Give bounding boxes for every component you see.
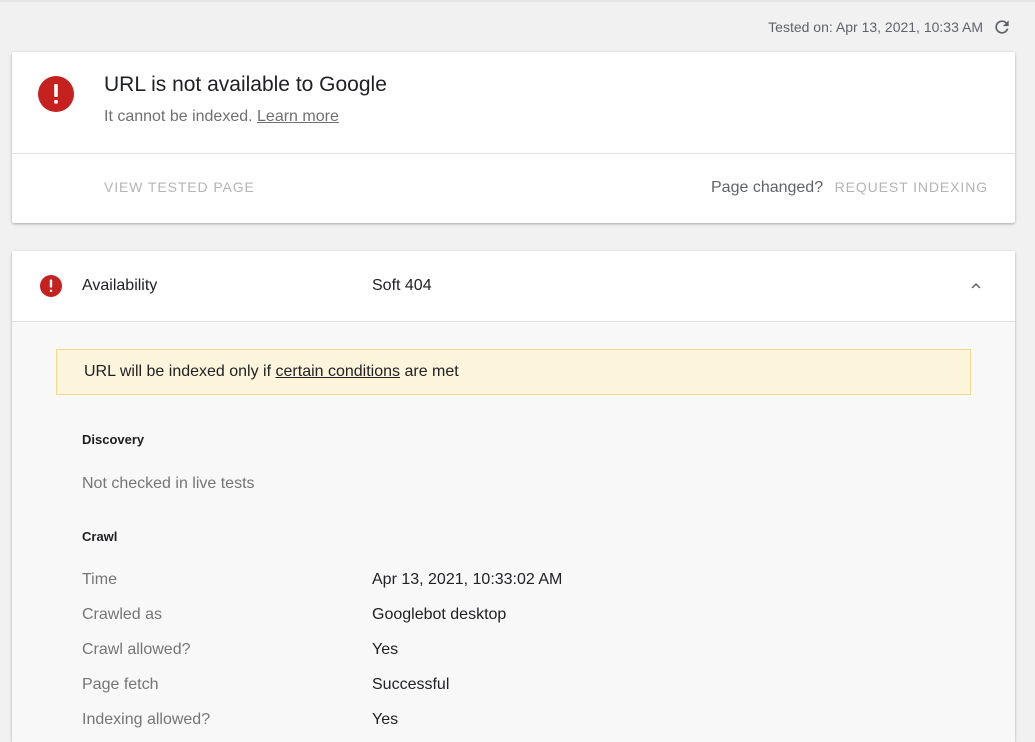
error-icon (38, 76, 74, 112)
crawl-row-crawled-as: Crawled as Googlebot desktop (82, 606, 782, 630)
status-subtitle-text: It cannot be indexed. (104, 108, 253, 125)
top-divider (0, 0, 1035, 2)
page-changed-label: Page changed? (711, 179, 824, 196)
error-icon (39, 274, 63, 298)
refresh-icon[interactable] (991, 16, 1013, 38)
tested-on-text: Tested on: Apr 13, 2021, 10:33 AM (768, 19, 983, 35)
crawl-row-value: Yes (372, 641, 399, 658)
crawl-row-value: Googlebot desktop (372, 606, 507, 623)
crawl-row-label: Time (82, 571, 117, 588)
availability-label: Availability (82, 277, 158, 294)
crawl-row-label: Page fetch (82, 676, 159, 693)
discovery-text: Not checked in live tests (82, 475, 255, 492)
availability-header[interactable]: Availability Soft 404 (12, 251, 1015, 321)
status-title: URL is not available to Google (104, 73, 387, 96)
crawl-row-value: Apr 13, 2021, 10:33:02 AM (372, 571, 563, 588)
certain-conditions-link[interactable]: certain conditions (276, 363, 401, 380)
request-indexing-button[interactable]: REQUEST INDEXING (835, 179, 988, 195)
tested-on-bar: Tested on: Apr 13, 2021, 10:33 AM (768, 15, 1013, 39)
view-tested-page-button[interactable]: VIEW TESTED PAGE (104, 179, 255, 195)
learn-more-link[interactable]: Learn more (257, 108, 339, 125)
status-subtitle: It cannot be indexed. Learn more (104, 108, 339, 126)
crawl-row-label: Indexing allowed? (82, 711, 211, 728)
card-divider (12, 153, 1015, 154)
discovery-heading: Discovery (82, 432, 145, 447)
crawl-heading: Crawl (82, 529, 118, 544)
chevron-up-icon[interactable] (967, 277, 985, 295)
crawl-row-page-fetch: Page fetch Successful (82, 676, 782, 700)
crawl-row-value: Yes (372, 711, 399, 728)
crawl-row-crawl-allowed: Crawl allowed? Yes (82, 641, 782, 665)
indexing-conditions-notice: URL will be indexed only if certain cond… (56, 349, 971, 395)
crawl-row-label: Crawled as (82, 606, 163, 623)
crawl-row-label: Crawl allowed? (82, 641, 191, 658)
status-card: URL is not available to Google It cannot… (12, 52, 1015, 223)
availability-details: URL will be indexed only if certain cond… (12, 322, 1015, 742)
crawl-row-time: Time Apr 13, 2021, 10:33:02 AM (82, 571, 782, 595)
availability-value: Soft 404 (372, 277, 432, 294)
availability-card: Availability Soft 404 URL will be indexe… (12, 251, 1015, 742)
notice-suffix: are met (404, 363, 459, 380)
crawl-row-indexing-allowed: Indexing allowed? Yes (82, 711, 782, 735)
crawl-row-value: Successful (372, 676, 450, 693)
notice-prefix: URL will be indexed only if (84, 363, 272, 380)
